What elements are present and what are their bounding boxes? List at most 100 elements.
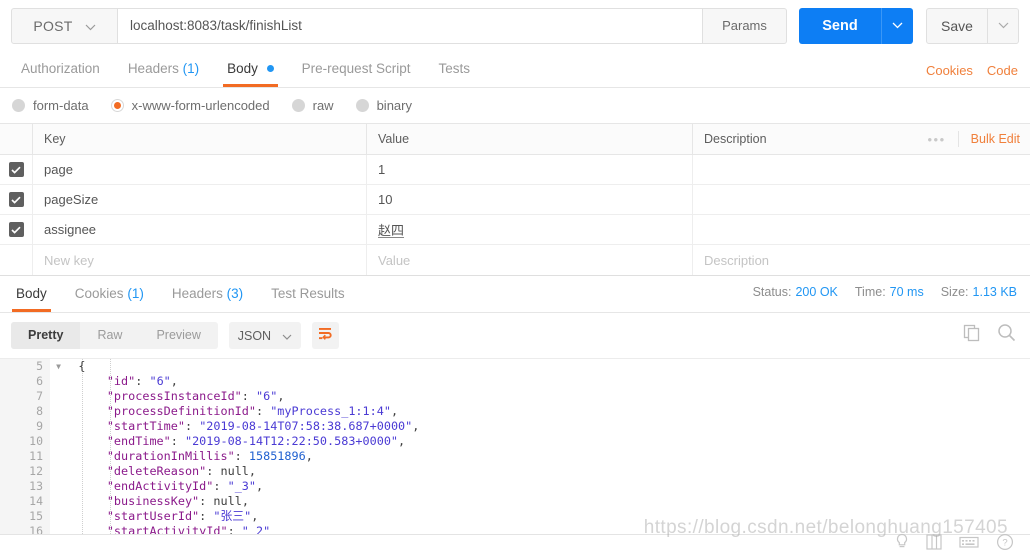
view-mode-pretty[interactable]: Pretty	[11, 322, 81, 349]
url-input[interactable]: localhost:8083/task/finishList	[118, 7, 703, 44]
size-value: 1.13 KB	[972, 285, 1017, 299]
code-token: "张三"	[213, 509, 252, 523]
header-cell-description: Description ••• Bulk Edit	[693, 124, 1030, 154]
row-checkbox-cell	[0, 185, 33, 214]
copy-icon[interactable]	[963, 324, 981, 347]
code-token: "startUserId"	[106, 509, 200, 523]
view-mode-preview[interactable]: Preview	[139, 322, 217, 349]
radio-form-data[interactable]: form-data	[12, 98, 89, 113]
code-token: "myProcess_1:1:4"	[270, 404, 391, 418]
row-description-cell[interactable]	[693, 155, 1030, 184]
bulb-icon[interactable]	[895, 533, 909, 556]
format-label: JSON	[237, 328, 272, 343]
code-token: "_3"	[227, 479, 257, 493]
row-checkbox-cell	[0, 215, 33, 244]
tab-label: Body	[227, 61, 258, 76]
table-row[interactable]: assignee 赵四	[0, 215, 1030, 245]
new-description-input[interactable]: Description	[693, 245, 1030, 275]
bulk-edit-link[interactable]: Bulk Edit	[971, 132, 1020, 146]
word-wrap-button[interactable]	[311, 322, 339, 349]
description-placeholder: Description	[704, 252, 770, 268]
line-number-gutter: 5 ▼ 6 7 8 9 10 11 12 13 14 15 16	[0, 359, 61, 540]
row-value-cell[interactable]: 10	[367, 185, 693, 214]
view-mode-raw[interactable]: Raw	[80, 322, 139, 349]
code-token: "processDefinitionId"	[106, 404, 256, 418]
code-line: "endTime": "2019-08-14T12:22:50.583+0000…	[50, 434, 1030, 449]
line-number: 11	[29, 449, 43, 463]
tab-count-badge: (1)	[127, 286, 144, 301]
send-button[interactable]: Send	[799, 7, 881, 44]
http-method-selector[interactable]: POST	[11, 7, 118, 44]
response-body-code[interactable]: 5 ▼ 6 7 8 9 10 11 12 13 14 15 16 { "id": "6", "proce…	[0, 358, 1030, 540]
checkbox-checked-icon[interactable]	[8, 162, 24, 177]
tab-headers[interactable]: Headers (1)	[114, 51, 213, 87]
tab-pre-request-script[interactable]: Pre-request Script	[288, 51, 425, 87]
tab-authorization[interactable]: Authorization	[7, 51, 114, 87]
size-badge: Size: 1.13 KB	[941, 285, 1017, 299]
line-number: 7	[36, 389, 43, 403]
row-key-cell[interactable]: assignee	[33, 215, 367, 244]
table-row-new[interactable]: New key Value Description	[0, 245, 1030, 275]
status-bar: ?	[0, 533, 1030, 557]
keyboard-icon[interactable]	[959, 535, 979, 554]
code-token: "6"	[149, 374, 171, 388]
row-checkbox-cell	[0, 245, 33, 275]
row-description-cell[interactable]	[693, 215, 1030, 244]
code-token: ,	[251, 509, 259, 523]
search-icon[interactable]	[997, 323, 1016, 347]
response-tab-cookies[interactable]: Cookies (1)	[61, 276, 158, 312]
row-description-cell[interactable]	[693, 185, 1030, 214]
tab-label: Body	[16, 286, 47, 301]
cookies-link[interactable]: Cookies	[926, 63, 973, 78]
code-token: "6"	[256, 389, 278, 403]
radio-binary[interactable]: binary	[355, 98, 412, 113]
row-key-cell[interactable]: pageSize	[33, 185, 367, 214]
code-token: :	[255, 404, 271, 418]
code-token: null	[213, 494, 242, 508]
save-button[interactable]: Save	[926, 7, 988, 44]
params-button[interactable]: Params	[703, 7, 787, 44]
layout-columns-icon[interactable]	[926, 533, 942, 556]
code-token: ,	[256, 479, 264, 493]
response-format-selector[interactable]: JSON	[228, 322, 301, 349]
table-row[interactable]: pageSize 10	[0, 185, 1030, 215]
code-token: null	[220, 464, 249, 478]
checkbox-checked-icon[interactable]	[8, 192, 24, 207]
new-value-input[interactable]: Value	[367, 245, 693, 275]
value-placeholder: Value	[378, 252, 411, 268]
radio-label: binary	[376, 98, 412, 113]
code-token: :	[170, 434, 185, 448]
row-value-cell[interactable]: 1	[367, 155, 693, 184]
key-text: assignee	[44, 222, 97, 237]
more-options-icon[interactable]: •••	[928, 132, 946, 147]
tab-tests[interactable]: Tests	[424, 51, 484, 87]
divider	[957, 131, 959, 147]
response-tab-body[interactable]: Body	[2, 276, 61, 312]
table-row[interactable]: page 1	[0, 155, 1030, 185]
tab-body[interactable]: Body	[213, 51, 288, 87]
help-icon[interactable]: ?	[996, 533, 1014, 556]
checkbox-checked-icon[interactable]	[8, 222, 24, 237]
row-key-cell[interactable]: page	[33, 155, 367, 184]
code-token: "startTime"	[106, 419, 185, 433]
code-token: ,	[398, 434, 406, 448]
response-tab-headers[interactable]: Headers (3)	[158, 276, 257, 312]
code-token: :	[184, 419, 200, 433]
radio-label: x-www-form-urlencoded	[131, 98, 270, 113]
row-checkbox-cell	[0, 155, 33, 184]
send-options-button[interactable]	[881, 7, 913, 44]
response-tab-test-results[interactable]: Test Results	[257, 276, 359, 312]
key-text: page	[44, 162, 73, 177]
new-key-input[interactable]: New key	[33, 245, 367, 275]
radio-raw[interactable]: raw	[291, 98, 334, 113]
code-link[interactable]: Code	[987, 63, 1018, 78]
save-options-button[interactable]	[988, 7, 1019, 44]
row-value-cell[interactable]: 赵四	[367, 215, 693, 244]
radio-label: raw	[312, 98, 334, 113]
code-line: "deleteReason": null,	[50, 464, 1030, 479]
code-content[interactable]: { "id": "6", "processInstanceId": "6", "…	[50, 359, 1030, 540]
radio-x-www-form-urlencoded[interactable]: x-www-form-urlencoded	[110, 98, 270, 113]
